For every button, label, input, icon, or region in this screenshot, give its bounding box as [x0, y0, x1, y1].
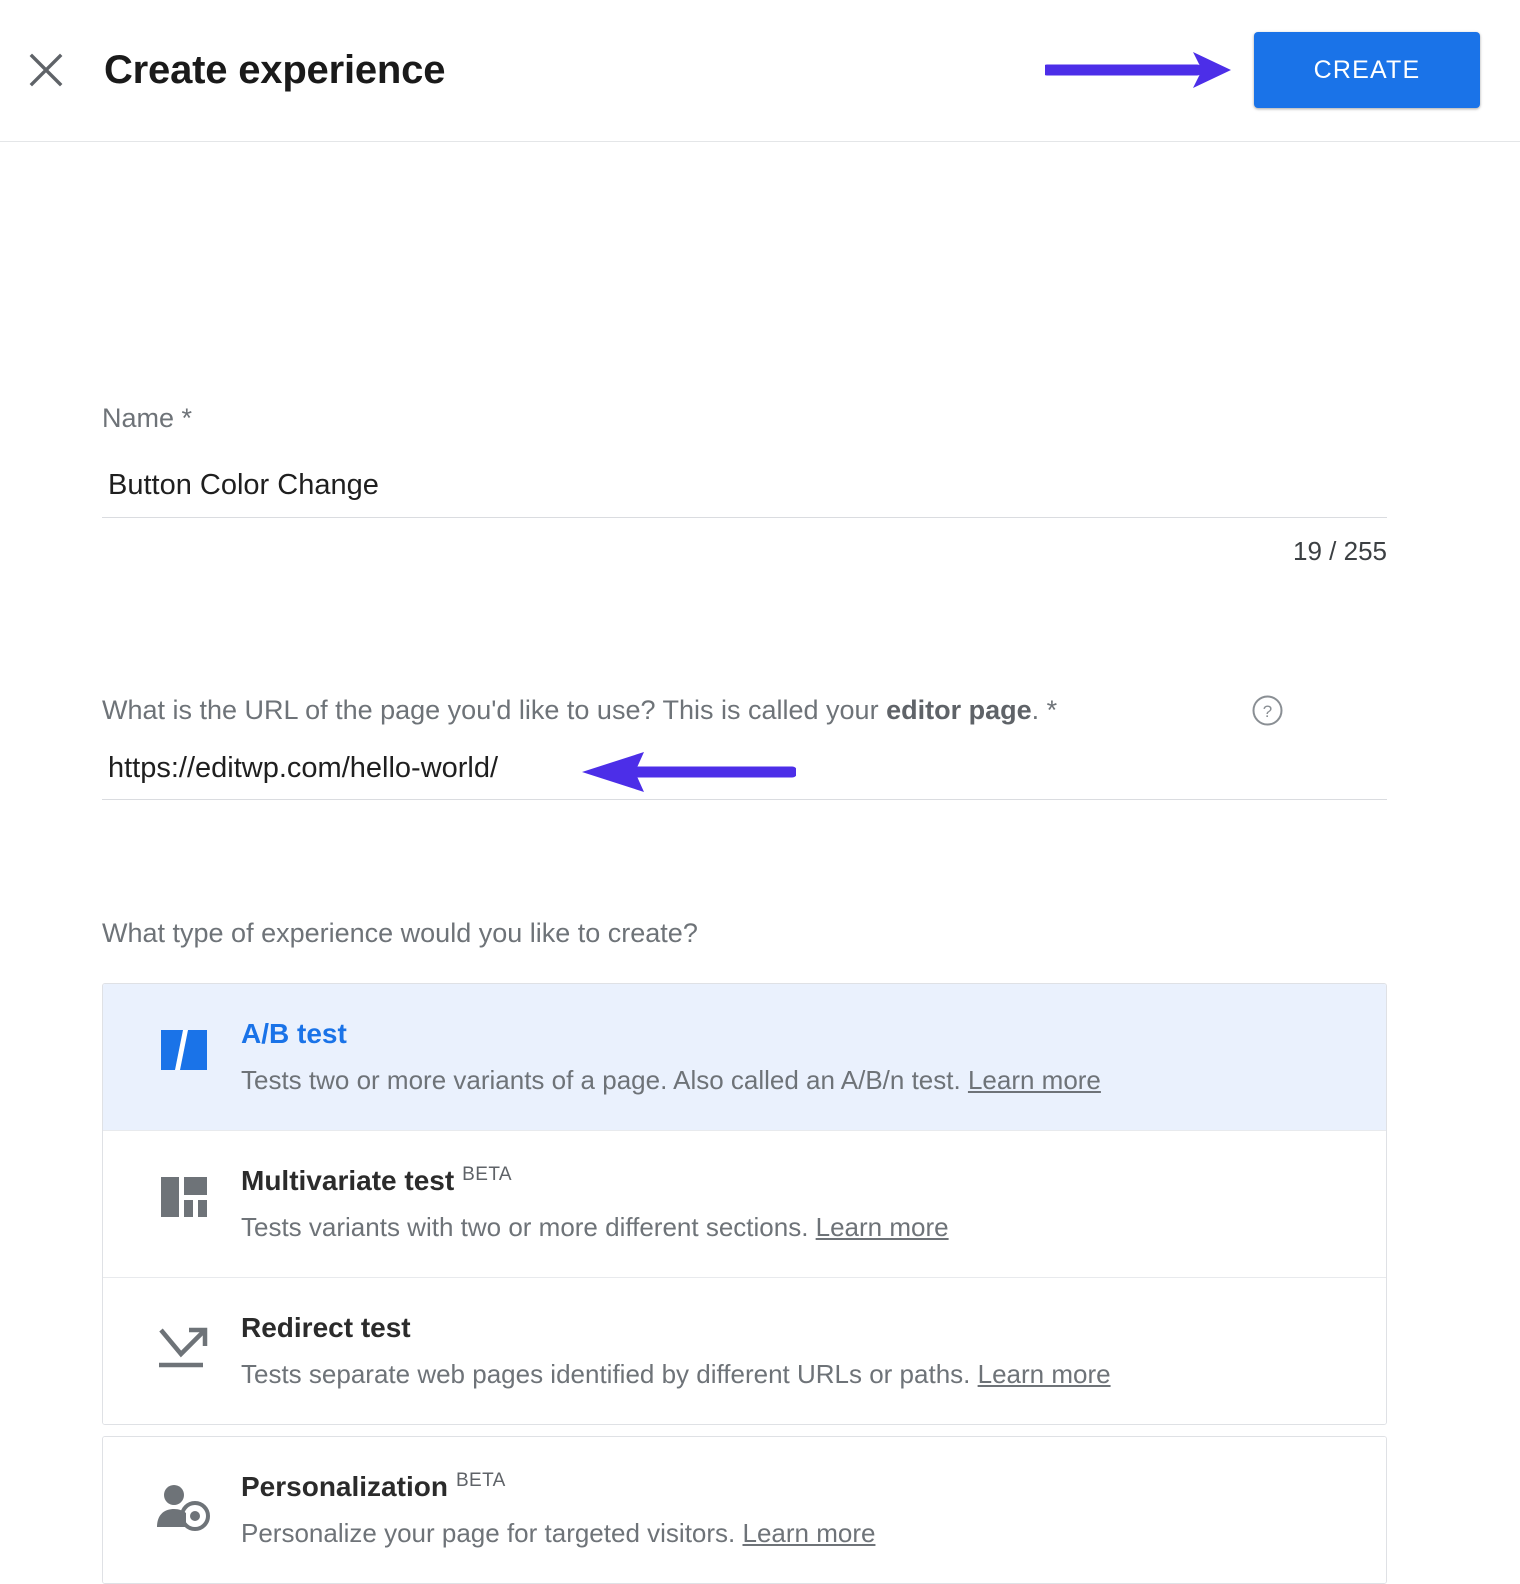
option-text-wrap: A/B test Tests two or more variants of a… [241, 1012, 1362, 1100]
learn-more-link[interactable]: Learn more [978, 1359, 1111, 1389]
learn-more-link[interactable]: Learn more [742, 1518, 875, 1548]
option-redirect-test[interactable]: Redirect test Tests separate web pages i… [103, 1278, 1386, 1424]
person-target-icon [156, 1483, 212, 1536]
help-circle-icon[interactable]: ? [1252, 695, 1283, 726]
option-multivariate-test[interactable]: Multivariate test BETA Tests variants wit… [103, 1131, 1386, 1278]
url-question-part1: What is the URL of the page you'd like t… [102, 695, 886, 725]
option-icon-wrap [127, 1159, 241, 1222]
option-description-text: Personalize your page for targeted visit… [241, 1518, 742, 1548]
beta-badge: BETA [456, 1470, 506, 1491]
option-title: Redirect test [241, 1312, 411, 1343]
option-icon-wrap [127, 1306, 241, 1377]
svg-text:?: ? [1263, 702, 1272, 721]
option-title-line: Redirect test [241, 1308, 1362, 1348]
ab-split-icon [161, 1030, 207, 1075]
option-personalization[interactable]: Personalization BETA Personalize your pag… [103, 1437, 1386, 1583]
option-text-wrap: Redirect test Tests separate web pages i… [241, 1306, 1362, 1394]
option-title: Multivariate test [241, 1165, 454, 1196]
option-title-line: A/B test [241, 1014, 1362, 1054]
create-button[interactable]: CREATE [1254, 32, 1480, 108]
option-title: Personalization [241, 1471, 448, 1502]
option-text-wrap: Personalization BETA Personalize your pag… [241, 1465, 1362, 1553]
option-description-text: Tests two or more variants of a page. Al… [241, 1065, 968, 1095]
dialog-header: Create experience CREATE [0, 0, 1520, 142]
option-description: Tests two or more variants of a page. Al… [241, 1060, 1362, 1100]
close-button[interactable] [22, 46, 70, 94]
option-description-text: Tests separate web pages identified by d… [241, 1359, 978, 1389]
beta-badge: BETA [462, 1164, 512, 1185]
name-char-counter: 19 / 255 [1293, 535, 1387, 567]
name-field-label: Name * [102, 401, 192, 435]
option-icon-wrap [127, 1012, 241, 1075]
multivariate-layout-icon [161, 1177, 207, 1222]
option-ab-test[interactable]: A/B test Tests two or more variants of a… [103, 984, 1386, 1131]
annotation-arrow-to-create [1045, 46, 1235, 94]
option-description: Tests variants with two or more differen… [241, 1207, 1362, 1247]
page-title: Create experience [104, 44, 445, 96]
experience-type-question: What type of experience would you like t… [102, 916, 698, 950]
redirect-arrow-icon [159, 1324, 209, 1377]
experience-type-list-secondary: Personalization BETA Personalize your pag… [102, 1436, 1387, 1584]
close-icon [24, 48, 68, 92]
option-icon-wrap [127, 1465, 241, 1536]
learn-more-link[interactable]: Learn more [816, 1212, 949, 1242]
editor-page-url-input[interactable] [102, 744, 1387, 800]
url-question-bold: editor page [886, 695, 1032, 725]
option-description-text: Tests variants with two or more differen… [241, 1212, 816, 1242]
option-description: Personalize your page for targeted visit… [241, 1513, 1362, 1553]
url-question-label: What is the URL of the page you'd like t… [102, 693, 1057, 727]
option-description: Tests separate web pages identified by d… [241, 1354, 1362, 1394]
option-title-line: Personalization BETA [241, 1467, 1362, 1507]
name-input[interactable] [102, 460, 1387, 518]
option-title: A/B test [241, 1018, 347, 1049]
learn-more-link[interactable]: Learn more [968, 1065, 1101, 1095]
url-question-part2: . * [1032, 695, 1058, 725]
option-text-wrap: Multivariate test BETA Tests variants wit… [241, 1159, 1362, 1247]
experience-type-list-primary: A/B test Tests two or more variants of a… [102, 983, 1387, 1425]
option-title-line: Multivariate test BETA [241, 1161, 1362, 1201]
